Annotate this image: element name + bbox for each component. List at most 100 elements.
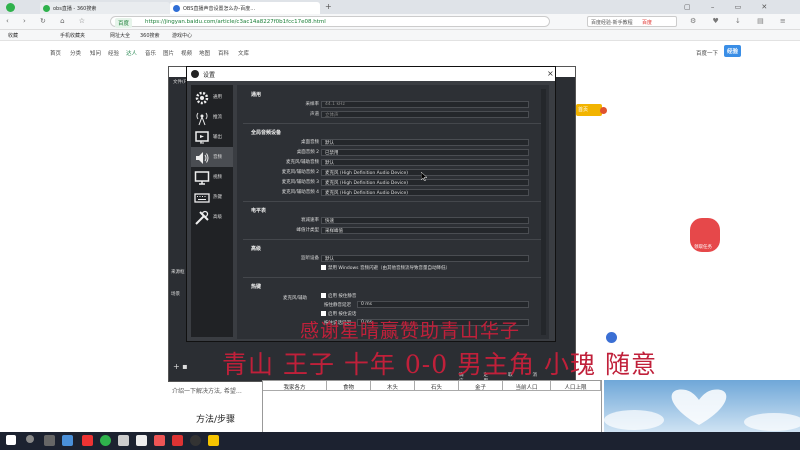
output-icon — [195, 131, 209, 144]
favicon-icon — [173, 5, 180, 12]
push-to-mute-checkbox[interactable]: 启用 按住静音 — [321, 293, 356, 299]
table-header: 食物 — [327, 381, 371, 391]
ducking-checkbox[interactable]: 禁用 Windows 音频闪避（由其他音频流导致音量自动降低） — [321, 265, 450, 271]
scrollbar[interactable] — [541, 89, 546, 335]
site-nav-item[interactable]: 地图 — [199, 49, 210, 57]
site-nav-item[interactable]: 经验 — [108, 49, 119, 57]
sample-rate-select[interactable]: 44.1 kHz — [321, 101, 529, 108]
intro-text: 介绍一下解决方法, 希望… — [172, 388, 242, 395]
section-title: 全局音频设备 — [251, 130, 282, 136]
browser-taskbar-icon[interactable] — [100, 435, 111, 446]
sidebar-item-output[interactable]: 输出 — [191, 127, 233, 147]
search-icon[interactable] — [26, 435, 34, 443]
decay-rate-select[interactable]: 快速 — [321, 217, 529, 224]
gear-icon — [195, 91, 209, 105]
window-controls[interactable]: ▢ – ▭ ✕ — [684, 3, 794, 12]
app-icon[interactable] — [154, 435, 165, 446]
divider — [243, 277, 543, 278]
checkbox-box[interactable] — [321, 293, 326, 298]
table-header: 人口上限 — [551, 381, 601, 391]
search-input[interactable]: 百度经验·新手教程 — [587, 16, 677, 27]
obs-settings-dialog: 设置 × 通用 推流 输出 音频 视频 热键 高级 通用 采样率 44.1 kH… — [186, 66, 556, 342]
site-nav-item[interactable]: 达人 — [126, 49, 137, 57]
app-icon[interactable] — [82, 435, 93, 446]
obs-logo-icon — [191, 70, 199, 78]
site-nav-item[interactable]: 音乐 — [145, 49, 156, 57]
app-icon[interactable] — [172, 435, 183, 446]
table-header: 石头 — [415, 381, 459, 391]
table-header: 木头 — [371, 381, 415, 391]
tab-label: obs直播 - 360搜索 — [53, 6, 97, 12]
monitor-icon — [194, 171, 210, 185]
tab-label: OBS直播声音设置怎么办-百度… — [183, 6, 256, 12]
site-nav-item[interactable]: 视频 — [181, 49, 192, 57]
sidebar-item-video[interactable]: 视频 — [191, 167, 233, 187]
speaker-icon — [196, 152, 209, 164]
section-title: 高级 — [251, 246, 262, 252]
app-icon[interactable] — [118, 435, 129, 446]
settings-content: 通用 采样率 44.1 kHz 声道 立体声 全局音频设备 桌面音频 默认 桌面… — [237, 85, 549, 339]
sidebar-item-general[interactable]: 通用 — [191, 87, 233, 107]
sidebar-label: 音频 — [213, 155, 222, 160]
close-icon[interactable]: × — [547, 69, 554, 78]
tools-icon — [195, 210, 209, 225]
nav-buttons-icon[interactable]: ‹ › ↻ ⌂ ☆ — [6, 17, 91, 25]
site-badge[interactable]: 经验 — [724, 45, 742, 57]
desktop-audio-2-select[interactable]: 已禁用 — [321, 149, 529, 156]
mic-aux-4-select[interactable]: 麦克风 (High Definition Audio Device) — [321, 189, 529, 196]
search-button[interactable]: 百度 — [642, 19, 652, 26]
mute-delay-input[interactable]: 0 ms — [357, 301, 529, 308]
sidebar-label: 推流 — [213, 115, 222, 120]
wechat-icon[interactable] — [136, 435, 147, 446]
heart-cloud-icon — [604, 389, 800, 431]
sidebar-label: 高级 — [213, 215, 222, 220]
table-header: 金子 — [459, 381, 503, 391]
channels-select[interactable]: 立体声 — [321, 111, 529, 118]
stats-table: 我家各方 食物 木头 石头 金子 当前人口 人口上限 — [262, 380, 602, 436]
address-bar[interactable]: 百度 https://jingyan.baidu.com/article/c3a… — [110, 16, 550, 28]
sidebar-item-stream[interactable]: 推流 — [191, 107, 233, 127]
site-side-link[interactable]: 百度一下 — [696, 49, 718, 57]
site-nav-item[interactable]: 知问 — [90, 49, 101, 57]
site-nav-item[interactable]: 首页 — [50, 49, 61, 57]
bookmark-item[interactable]: 手机收藏夹 — [60, 32, 85, 39]
site-nav: 首页 分类 知问 经验 达人 音乐 图片 视频 地图 百科 文库 百度一下 经验 — [0, 44, 800, 60]
arrow-icon — [600, 107, 607, 114]
bookmark-item[interactable]: 收藏 — [8, 32, 18, 39]
mic-aux-select[interactable]: 默认 — [321, 159, 529, 166]
bookmark-item[interactable]: 网址大全 — [110, 32, 130, 39]
settings-sidebar: 通用 推流 输出 音频 视频 热键 高级 — [191, 85, 233, 337]
explorer-icon[interactable] — [62, 435, 73, 446]
app-icon[interactable] — [208, 435, 219, 446]
browser-tab-1[interactable]: obs直播 - 360搜索 — [40, 2, 170, 14]
add-scene-icon[interactable]: + ▪ — [173, 362, 188, 371]
peak-meter-select[interactable]: 采样峰值 — [321, 227, 529, 234]
promo-text: 领取任务 — [694, 245, 712, 250]
obs-taskbar-icon[interactable] — [190, 435, 201, 446]
checkbox-box[interactable] — [321, 265, 326, 270]
sidebar-item-hotkeys[interactable]: 热键 — [191, 187, 233, 207]
table-header: 我家各方 — [263, 381, 327, 391]
site-nav-item[interactable]: 百科 — [218, 49, 229, 57]
field-label: 麦克风/辅助音频 4 — [281, 190, 319, 195]
sidebar-label: 通用 — [213, 95, 222, 100]
site-nav-item[interactable]: 分类 — [70, 49, 81, 57]
bookmark-item[interactable]: 360搜索 — [140, 32, 160, 39]
task-view-icon[interactable] — [44, 435, 55, 446]
new-tab-button[interactable]: + — [325, 2, 332, 11]
desktop-audio-select[interactable]: 默认 — [321, 139, 529, 146]
sidebar-item-advanced[interactable]: 高级 — [191, 207, 233, 227]
browser-tab-2[interactable]: OBS直播声音设置怎么办-百度… — [170, 2, 320, 14]
field-label: 麦克风/辅助音频 3 — [281, 180, 319, 185]
start-button-icon[interactable] — [6, 435, 16, 445]
toolbar-icons[interactable]: ⚙ ♥ ↓ ▤ ≡ — [690, 17, 793, 25]
section-title: 通用 — [251, 92, 262, 98]
site-nav-item[interactable]: 文库 — [238, 49, 249, 57]
antenna-icon — [196, 112, 208, 126]
method-heading: 方法/步骤 — [196, 415, 236, 425]
bookmark-item[interactable]: 游戏中心 — [172, 32, 192, 39]
section-title: 热键 — [251, 284, 262, 290]
sidebar-item-audio[interactable]: 音频 — [191, 147, 233, 167]
site-nav-item[interactable]: 图片 — [163, 49, 174, 57]
monitoring-device-select[interactable]: 默认 — [321, 255, 529, 262]
